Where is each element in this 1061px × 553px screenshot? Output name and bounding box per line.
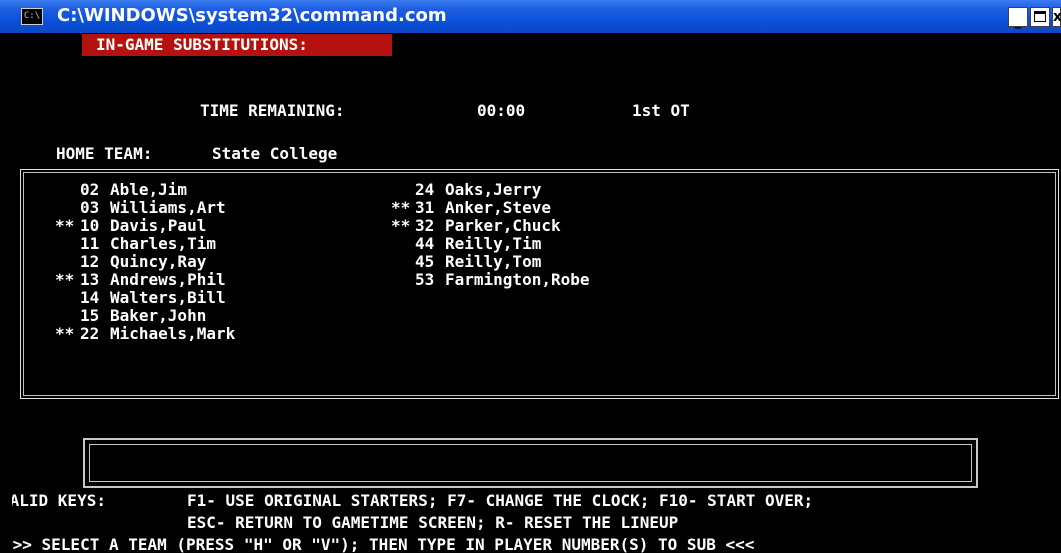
window-title: C:\WINDOWS\system32\command.com — [57, 5, 447, 26]
player-number: 11 — [80, 234, 100, 253]
player-number: 12 — [80, 252, 100, 271]
player-name: Walters,Bill — [110, 288, 226, 307]
player-number: 31 — [415, 198, 435, 217]
starter-marker: ** — [391, 216, 411, 235]
player-number-input[interactable] — [83, 438, 978, 488]
valid-keys-line-1: F1- USE ORIGINAL STARTERS; F7- CHANGE TH… — [187, 491, 814, 510]
screen-header: IN-GAME SUBSTITUTIONS: — [96, 35, 308, 54]
player-name: Able,Jim — [110, 180, 188, 199]
close-icon: x — [1053, 9, 1061, 25]
player-name: Andrews,Phil — [110, 270, 226, 289]
console-window: C:\ C:\WINDOWS\system32\command.com _ x … — [0, 0, 1061, 553]
player-name: Reilly,Tom — [445, 252, 542, 271]
starter-marker: ** — [55, 270, 75, 289]
player-number: 03 — [80, 198, 100, 217]
time-label: TIME REMAINING: — [200, 101, 345, 120]
maximize-button[interactable] — [1030, 7, 1050, 27]
player-name: Davis,Paul — [110, 216, 207, 235]
player-number: 13 — [80, 270, 100, 289]
close-button[interactable]: x — [1052, 7, 1061, 27]
player-number: 15 — [80, 306, 100, 325]
starter-marker: ** — [55, 216, 75, 235]
team-label: HOME TEAM: — [56, 144, 153, 163]
minimize-button[interactable]: _ — [1008, 7, 1028, 29]
team-name: State College — [212, 144, 338, 163]
input-field-frame — [89, 444, 972, 482]
period-label: 1st OT — [632, 101, 690, 120]
player-name: Oaks,Jerry — [445, 180, 542, 199]
instruction-prompt: >>> SELECT A TEAM (PRESS "H" OR "V"); TH… — [12, 535, 755, 553]
player-number: 02 — [80, 180, 100, 199]
time-value: 00:00 — [477, 101, 526, 120]
player-name: Baker,John — [110, 306, 207, 325]
minimize-icon: _ — [1014, 13, 1022, 29]
player-name: Farmington,Robe — [445, 270, 590, 289]
player-number: 53 — [415, 270, 435, 289]
player-name: Anker,Steve — [445, 198, 551, 217]
valid-keys-label: VALID KEYS: — [12, 491, 106, 510]
valid-keys-line-2: ESC- RETURN TO GAMETIME SCREEN; R- RESET… — [187, 513, 679, 532]
player-name: Parker,Chuck — [445, 216, 561, 235]
player-number: 32 — [415, 216, 435, 235]
starter-marker: ** — [391, 198, 411, 217]
player-number: 14 — [80, 288, 100, 307]
player-number: 22 — [80, 324, 100, 343]
title-bar[interactable]: C:\ C:\WINDOWS\system32\command.com _ x — [0, 0, 1061, 33]
player-name: Williams,Art — [110, 198, 226, 217]
console-area[interactable]: IN-GAME SUBSTITUTIONS: TIME REMAINING: 0… — [12, 33, 1061, 553]
player-number: 10 — [80, 216, 100, 235]
player-name: Michaels,Mark — [110, 324, 236, 343]
player-number: 44 — [415, 234, 435, 253]
maximize-icon — [1034, 11, 1046, 22]
starter-marker: ** — [55, 324, 75, 343]
player-number: 45 — [415, 252, 435, 271]
player-name: Quincy,Ray — [110, 252, 207, 271]
player-number: 24 — [415, 180, 435, 199]
console-icon[interactable]: C:\ — [21, 8, 43, 25]
player-name: Charles,Tim — [110, 234, 216, 253]
player-name: Reilly,Tim — [445, 234, 542, 253]
